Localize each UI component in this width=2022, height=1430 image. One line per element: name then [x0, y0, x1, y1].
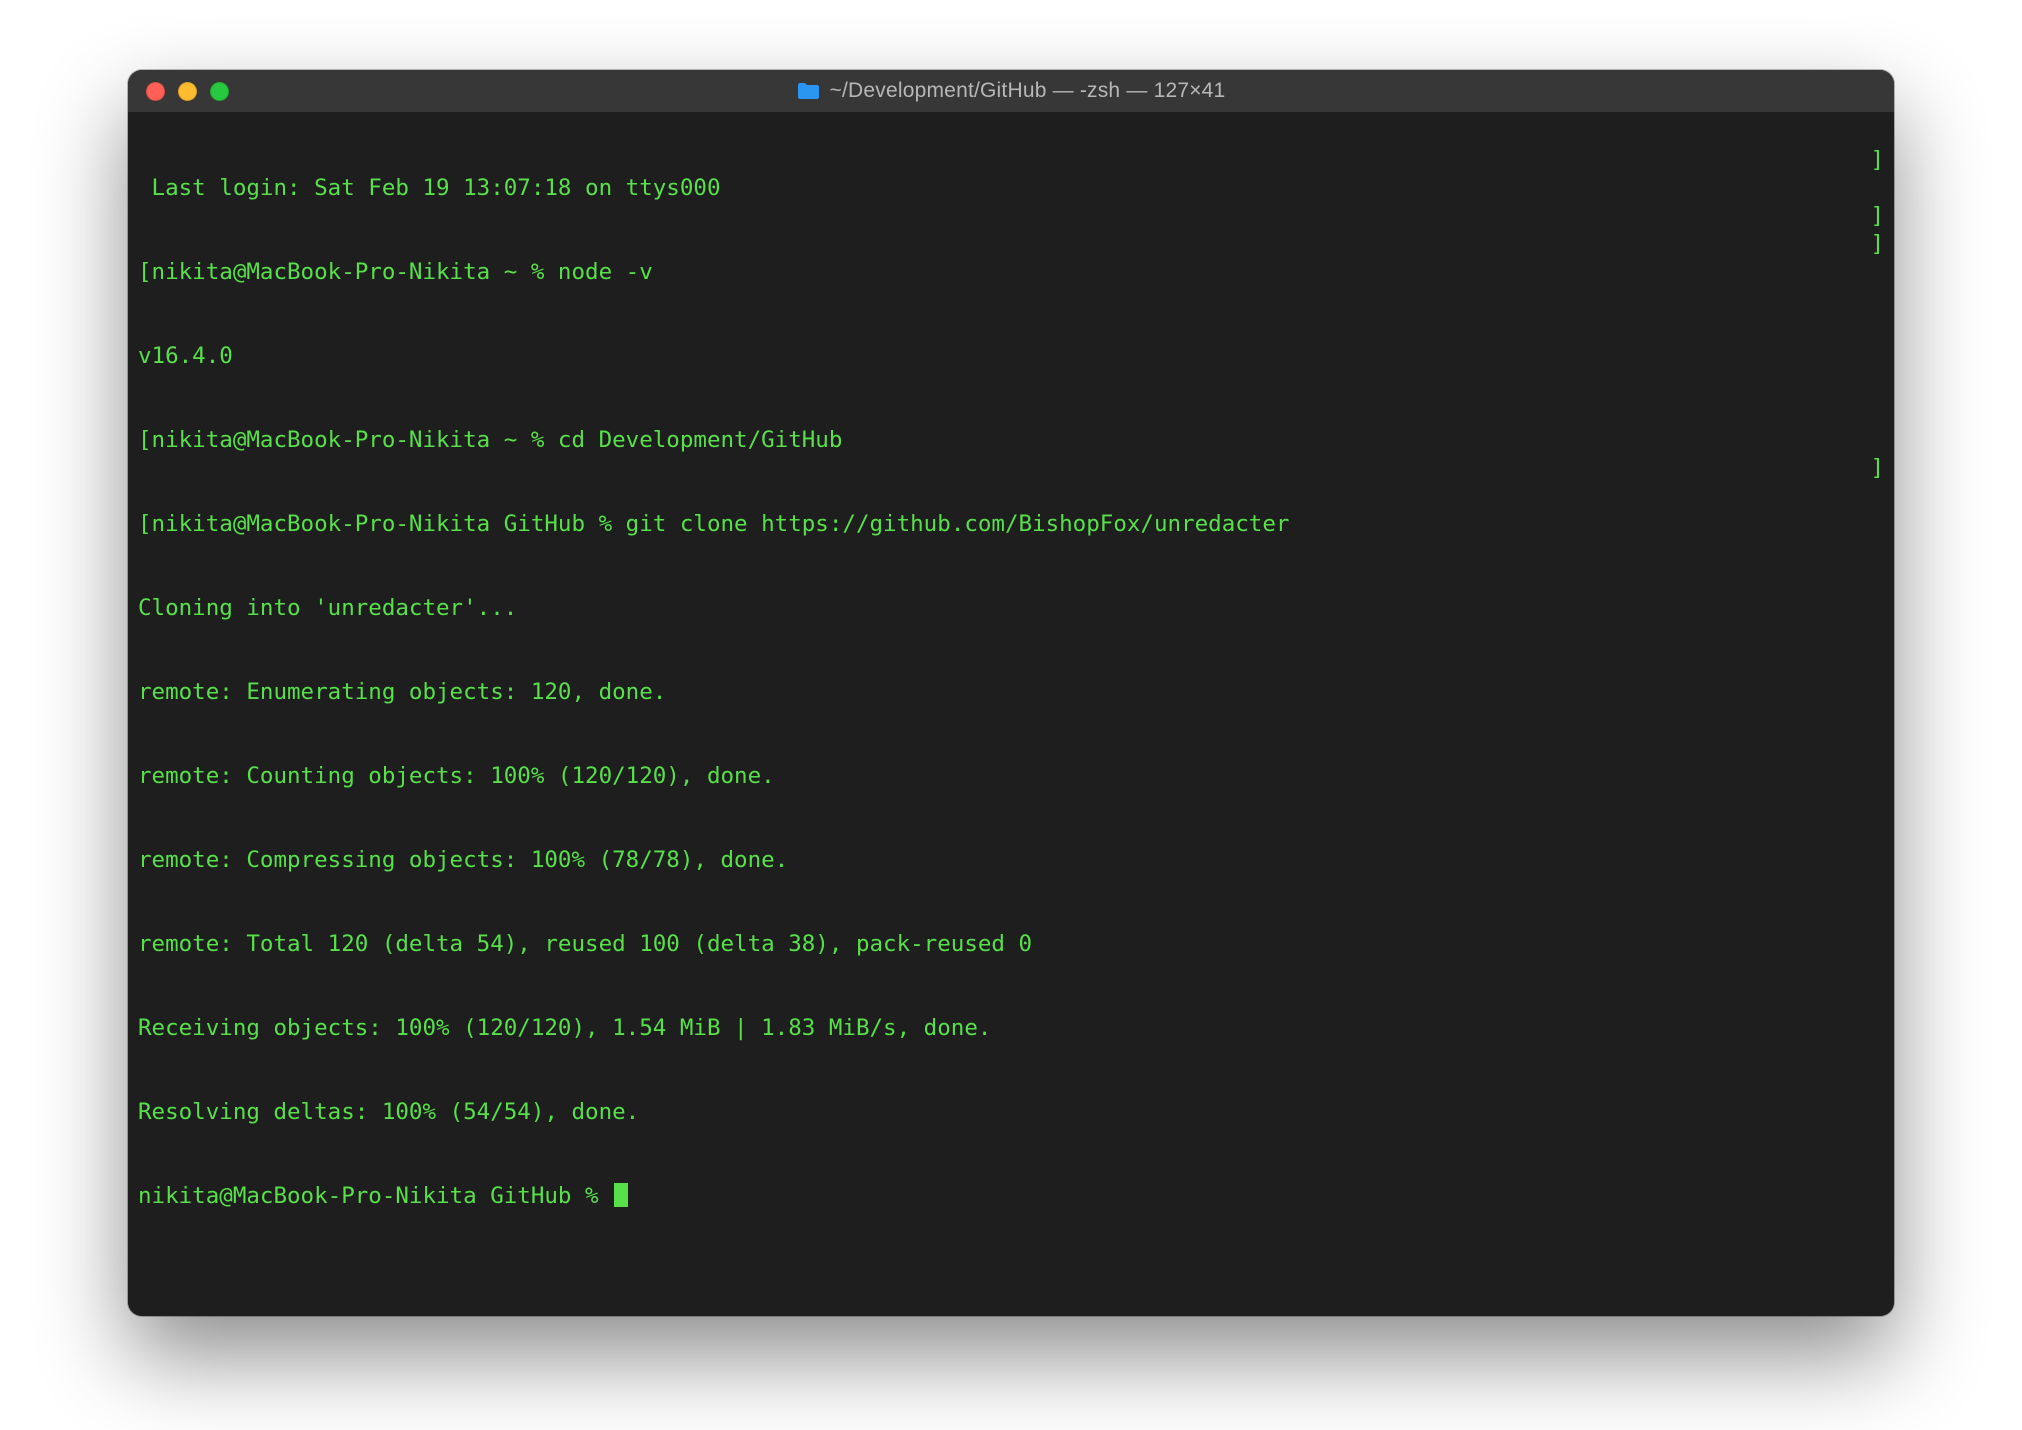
window-title: ~/Development/GitHub — -zsh — 127×41 [830, 79, 1226, 103]
prompt-right-bracket: ] [1870, 230, 1884, 258]
terminal-line: Resolving deltas: 100% (54/54), done. [138, 1098, 1884, 1126]
terminal-line: v16.4.0 [138, 342, 1884, 370]
terminal-window: ~/Development/GitHub — -zsh — 127×41 Las… [128, 70, 1894, 1316]
terminal-line: [nikita@MacBook-Pro-Nikita GitHub % git … [138, 510, 1884, 538]
prompt-right-bracket: ] [1870, 202, 1884, 230]
terminal-text: [nikita@MacBook-Pro-Nikita ~ % node -v [138, 259, 653, 285]
terminal-line: [nikita@MacBook-Pro-Nikita ~ % node -v] [138, 258, 1884, 286]
traffic-lights [128, 82, 229, 101]
terminal-text: [nikita@MacBook-Pro-Nikita GitHub % git … [138, 511, 1289, 537]
terminal-line: remote: Compressing objects: 100% (78/78… [138, 846, 1884, 874]
prompt-right-bracket: ] [1870, 146, 1884, 174]
terminal-line: nikita@MacBook-Pro-Nikita GitHub % ] [138, 1182, 1884, 1210]
titlebar[interactable]: ~/Development/GitHub — -zsh — 127×41 [128, 70, 1894, 112]
minimize-button[interactable] [178, 82, 197, 101]
terminal-body[interactable]: Last login: Sat Feb 19 13:07:18 on ttys0… [128, 112, 1894, 1316]
terminal-prompt: nikita@MacBook-Pro-Nikita GitHub % [138, 1183, 612, 1209]
cursor [614, 1183, 628, 1207]
folder-icon [797, 82, 820, 100]
terminal-text: [nikita@MacBook-Pro-Nikita ~ % cd Develo… [138, 427, 842, 453]
terminal-line: [nikita@MacBook-Pro-Nikita ~ % cd Develo… [138, 426, 1884, 454]
terminal-line: Cloning into 'unredacter'... [138, 594, 1884, 622]
terminal-line: remote: Total 120 (delta 54), reused 100… [138, 930, 1884, 958]
terminal-line: Last login: Sat Feb 19 13:07:18 on ttys0… [138, 174, 1884, 202]
terminal-line: remote: Enumerating objects: 120, done. [138, 678, 1884, 706]
terminal-line: Receiving objects: 100% (120/120), 1.54 … [138, 1014, 1884, 1042]
window-title-wrap: ~/Development/GitHub — -zsh — 127×41 [128, 79, 1894, 103]
prompt-right-bracket: ] [1870, 454, 1884, 482]
zoom-button[interactable] [210, 82, 229, 101]
close-button[interactable] [146, 82, 165, 101]
terminal-line: remote: Counting objects: 100% (120/120)… [138, 762, 1884, 790]
